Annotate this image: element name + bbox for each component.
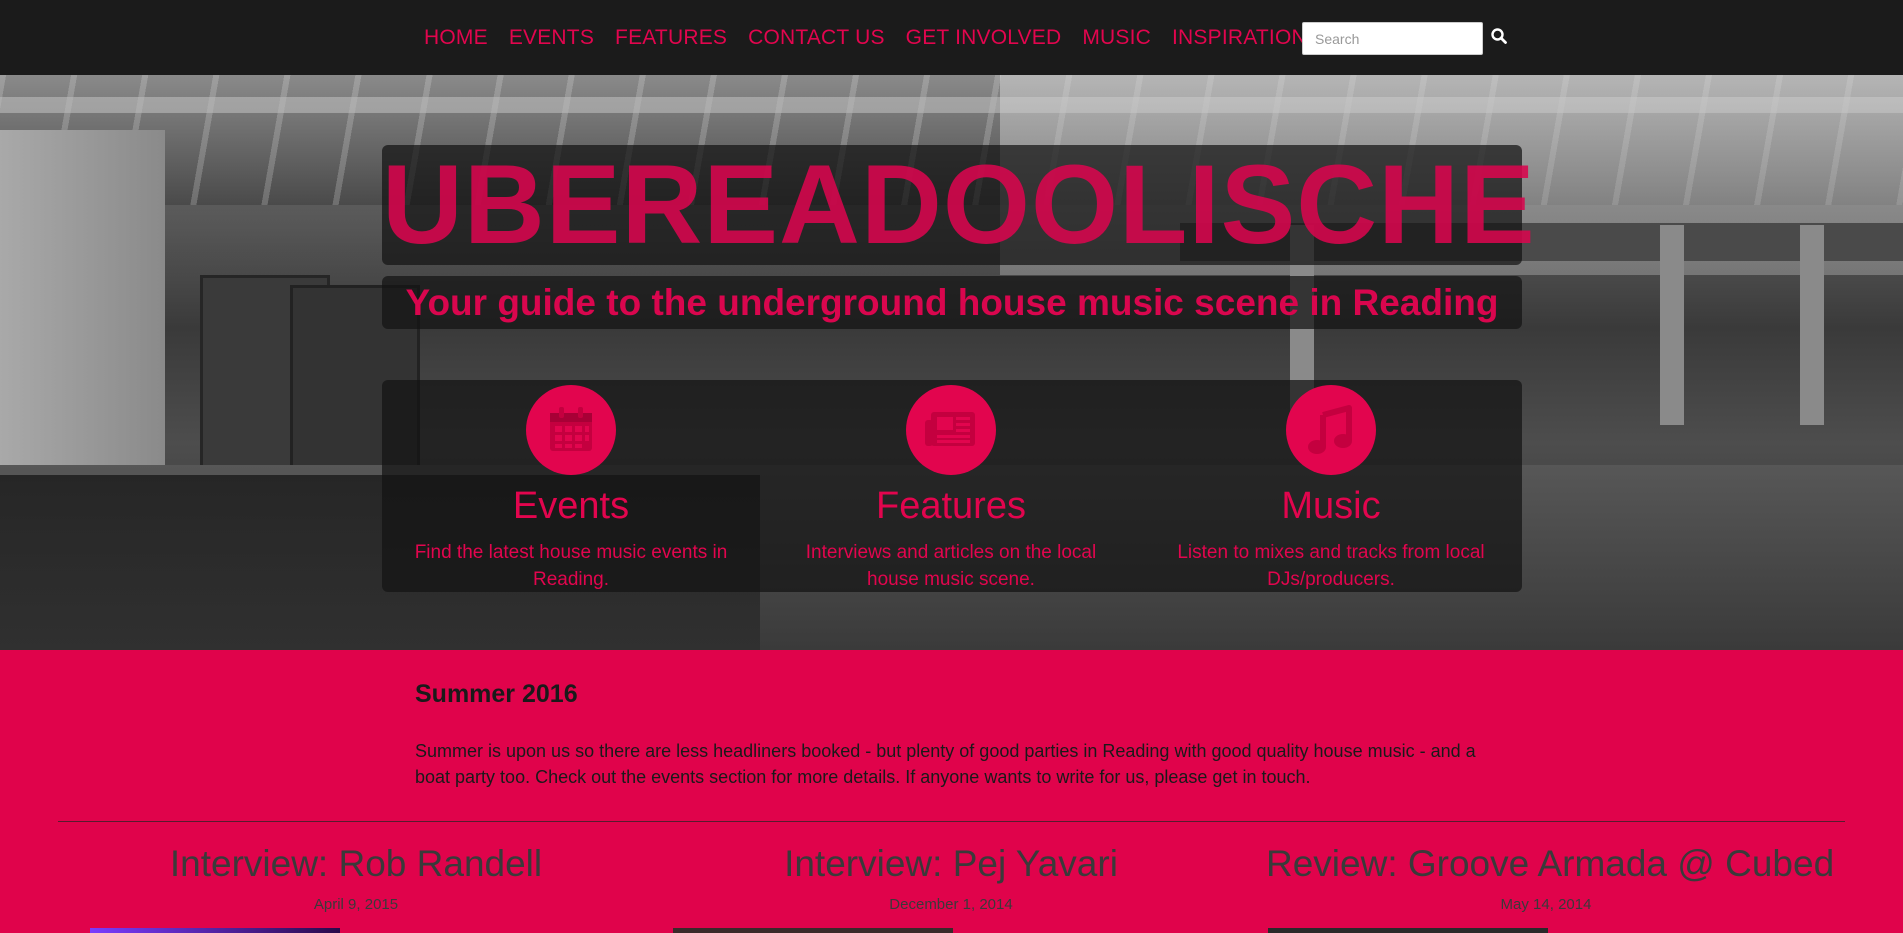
nav-get-involved[interactable]: GET INVOLVED <box>906 26 1062 50</box>
search-input[interactable] <box>1302 22 1483 55</box>
music-note-icon[interactable] <box>1286 385 1376 475</box>
hero-background-pillar <box>1660 225 1684 425</box>
nav-inspirations[interactable]: INSPIRATIONS <box>1172 26 1321 50</box>
main-nav: HOME EVENTS FEATURES CONTACT US GET INVO… <box>424 26 1321 50</box>
site-title: UBEREADOOLISCHE <box>382 142 1536 267</box>
feature-description: Listen to mixes and tracks from local DJ… <box>1177 542 1485 590</box>
article-card[interactable]: Review: Groove Armada @ Cubed May 14, 20… <box>1266 842 1834 913</box>
feature-title: Music <box>1281 485 1381 527</box>
calendar-icon[interactable] <box>526 385 616 475</box>
site-tagline: Your guide to the underground house musi… <box>405 282 1499 323</box>
article-card[interactable]: Interview: Pej Yavari December 1, 2014 <box>671 842 1231 913</box>
feature-title: Features <box>876 485 1026 527</box>
article-thumbnail[interactable] <box>90 928 340 933</box>
news-title: Summer 2016 <box>415 680 578 708</box>
article-title[interactable]: Review: Groove Armada @ Cubed <box>1266 842 1834 886</box>
news-body: Summer is upon us so there are less head… <box>415 741 1476 787</box>
feature-features[interactable]: Features Interviews and articles on the … <box>781 385 1121 593</box>
feature-music[interactable]: Music Listen to mixes and tracks from lo… <box>1161 385 1501 593</box>
navbar: HOME EVENTS FEATURES CONTACT US GET INVO… <box>0 0 1903 75</box>
newspaper-icon[interactable] <box>906 385 996 475</box>
article-date: April 9, 2015 <box>313 896 399 913</box>
article-thumbnail[interactable] <box>1268 928 1548 933</box>
nav-music[interactable]: MUSIC <box>1082 26 1151 50</box>
feature-events[interactable]: Events Find the latest house music event… <box>401 385 741 593</box>
article-date: December 1, 2014 <box>889 896 1013 913</box>
article-title[interactable]: Interview: Rob Randell <box>76 842 636 886</box>
feature-title: Events <box>512 485 630 527</box>
article-card[interactable]: Interview: Rob Randell April 9, 2015 <box>76 842 636 913</box>
article-thumbnail[interactable] <box>673 928 953 933</box>
nav-events[interactable]: EVENTS <box>509 26 594 50</box>
feature-description: Find the latest house music events in Re… <box>414 542 728 590</box>
nav-home[interactable]: HOME <box>424 26 488 50</box>
search-icon[interactable] <box>1490 27 1512 49</box>
hero-background-pillar <box>1800 225 1824 425</box>
article-date: May 14, 2014 <box>1500 896 1592 913</box>
divider <box>58 821 1845 822</box>
feature-description: Interviews and articles on the local hou… <box>805 542 1097 590</box>
nav-contact-us[interactable]: CONTACT US <box>748 26 885 50</box>
nav-features[interactable]: FEATURES <box>615 26 727 50</box>
article-title[interactable]: Interview: Pej Yavari <box>671 842 1231 886</box>
